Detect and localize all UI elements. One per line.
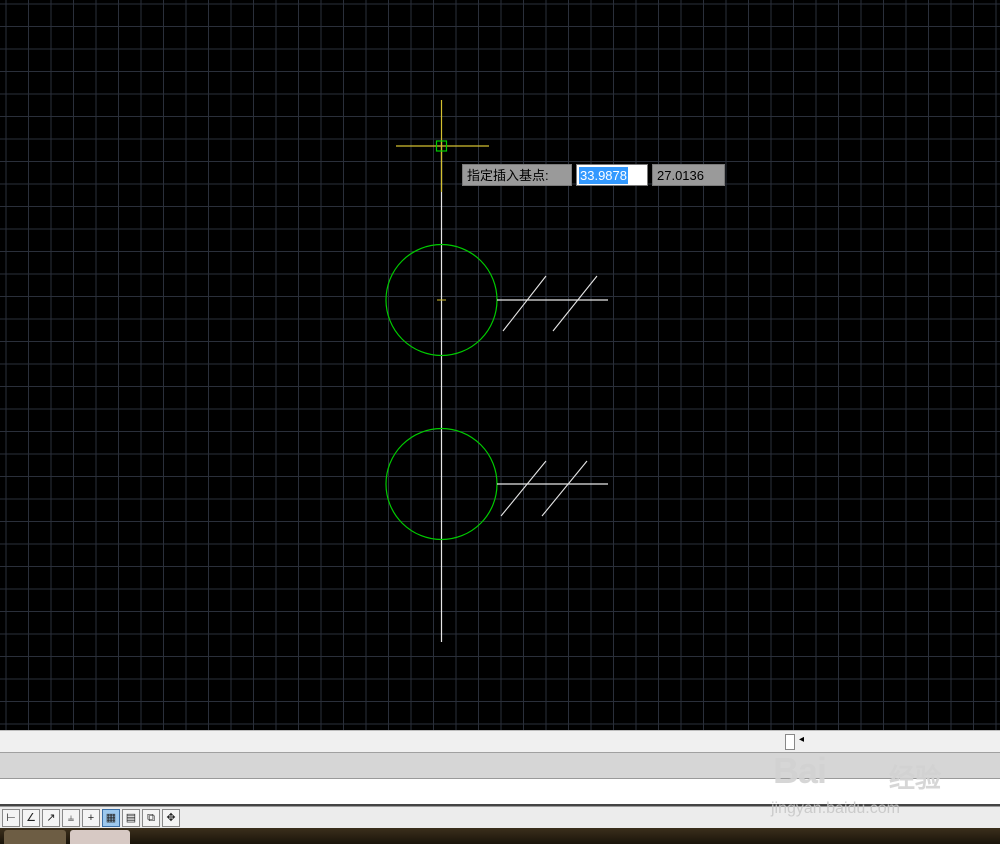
watermark: Bai 经验 jingyan.baidu.com [765, 736, 985, 826]
dynamic-input-x-field[interactable]: 33.9878 [576, 164, 648, 186]
x-value: 33.9878 [579, 167, 628, 184]
angle-icon[interactable]: ∠ [22, 809, 40, 827]
dynamic-input-y-field[interactable]: 27.0136 [652, 164, 725, 186]
taskbar [0, 828, 1000, 844]
move-icon[interactable]: ✥ [162, 809, 180, 827]
taskbar-item[interactable] [70, 830, 130, 844]
watermark-brand-suffix: 经验 [889, 763, 942, 793]
hatch-line [502, 275, 547, 332]
drawing-area[interactable]: 指定插入基点: 33.9878 27.0136 [0, 0, 1000, 730]
hatch-line [552, 275, 598, 332]
drawing-svg [0, 0, 1000, 730]
dynamic-input-prompt: 指定插入基点: [462, 164, 572, 186]
model-icon[interactable]: ▤ [122, 809, 140, 827]
ucs-icon[interactable]: ↗ [42, 809, 60, 827]
ortho-icon[interactable]: + [82, 809, 100, 827]
hatch-line [541, 460, 588, 517]
watermark-url: jingyan.baidu.com [771, 800, 900, 817]
snap-icon[interactable]: ⊢ [2, 809, 20, 827]
taskbar-item[interactable] [4, 830, 66, 844]
selection-icon[interactable]: ⧉ [142, 809, 160, 827]
lineweight-icon[interactable]: ⫨ [62, 809, 80, 827]
watermark-brand: Bai [773, 750, 827, 791]
grid-icon[interactable]: ▦ [102, 809, 120, 827]
